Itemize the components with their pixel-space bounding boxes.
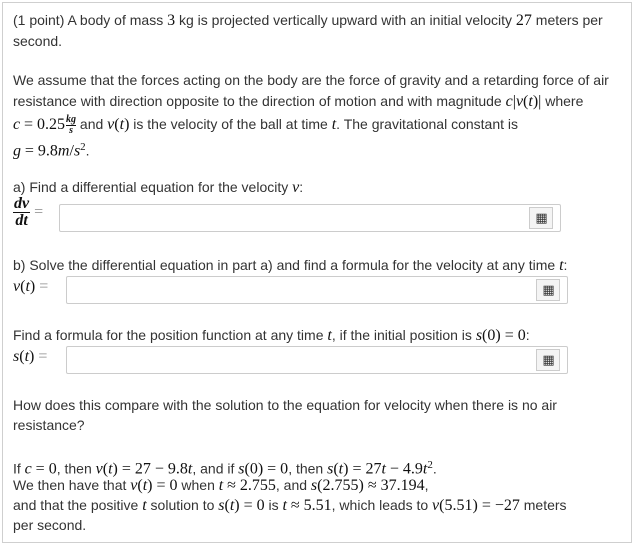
assume-line-1: We assume that the forces acting on the … — [13, 72, 609, 88]
part-b-lhs: v(t) = — [13, 278, 49, 295]
intro-line-1: (1 point) A body of mass 3 kg is project… — [13, 12, 603, 29]
part-c-prompt: Find a formula for the position function… — [13, 327, 530, 344]
assume-line-3: c = 0.25 kg s and v(t) is the velocity of … — [13, 113, 519, 136]
noair-line-4: per second. — [13, 517, 87, 533]
equation-editor-grid-icon[interactable]: ▦ — [536, 279, 560, 301]
part-c-answer-field[interactable] — [66, 346, 568, 374]
kg-per-s-fraction: kg s — [66, 113, 77, 136]
noair-line-3: and that the positive t solution to s(t)… — [13, 497, 567, 514]
part-c-lhs: s(t) = — [13, 348, 48, 365]
noair-line-2: We then have that v(t) = 0 when t ≈ 2.75… — [13, 477, 429, 494]
part-b-answer-field[interactable] — [66, 276, 568, 304]
assume-line-4: g = 9.8m/s2. — [13, 141, 90, 160]
part-c-answer-input[interactable] — [67, 347, 567, 373]
equation-editor-grid-icon[interactable]: ▦ — [529, 207, 553, 229]
assume-line-2: resistance with direction opposite to th… — [13, 93, 584, 110]
part-a-answer-field[interactable] — [59, 204, 561, 232]
compare-line-1: How does this compare with the solution … — [13, 397, 557, 413]
compare-line-2: resistance? — [13, 417, 85, 433]
intro-line-2: second. — [13, 33, 63, 49]
part-a-lhs: dv dt = — [13, 195, 44, 229]
part-a-prompt: a) Find a differential equation for the … — [13, 179, 304, 196]
part-b-prompt: b) Solve the differential equation in pa… — [13, 257, 568, 274]
dv-dt-fraction: dv dt — [13, 195, 31, 229]
equation-editor-grid-icon[interactable]: ▦ — [536, 349, 560, 371]
part-a-answer-input[interactable] — [60, 205, 560, 231]
part-b-answer-input[interactable] — [67, 277, 567, 303]
